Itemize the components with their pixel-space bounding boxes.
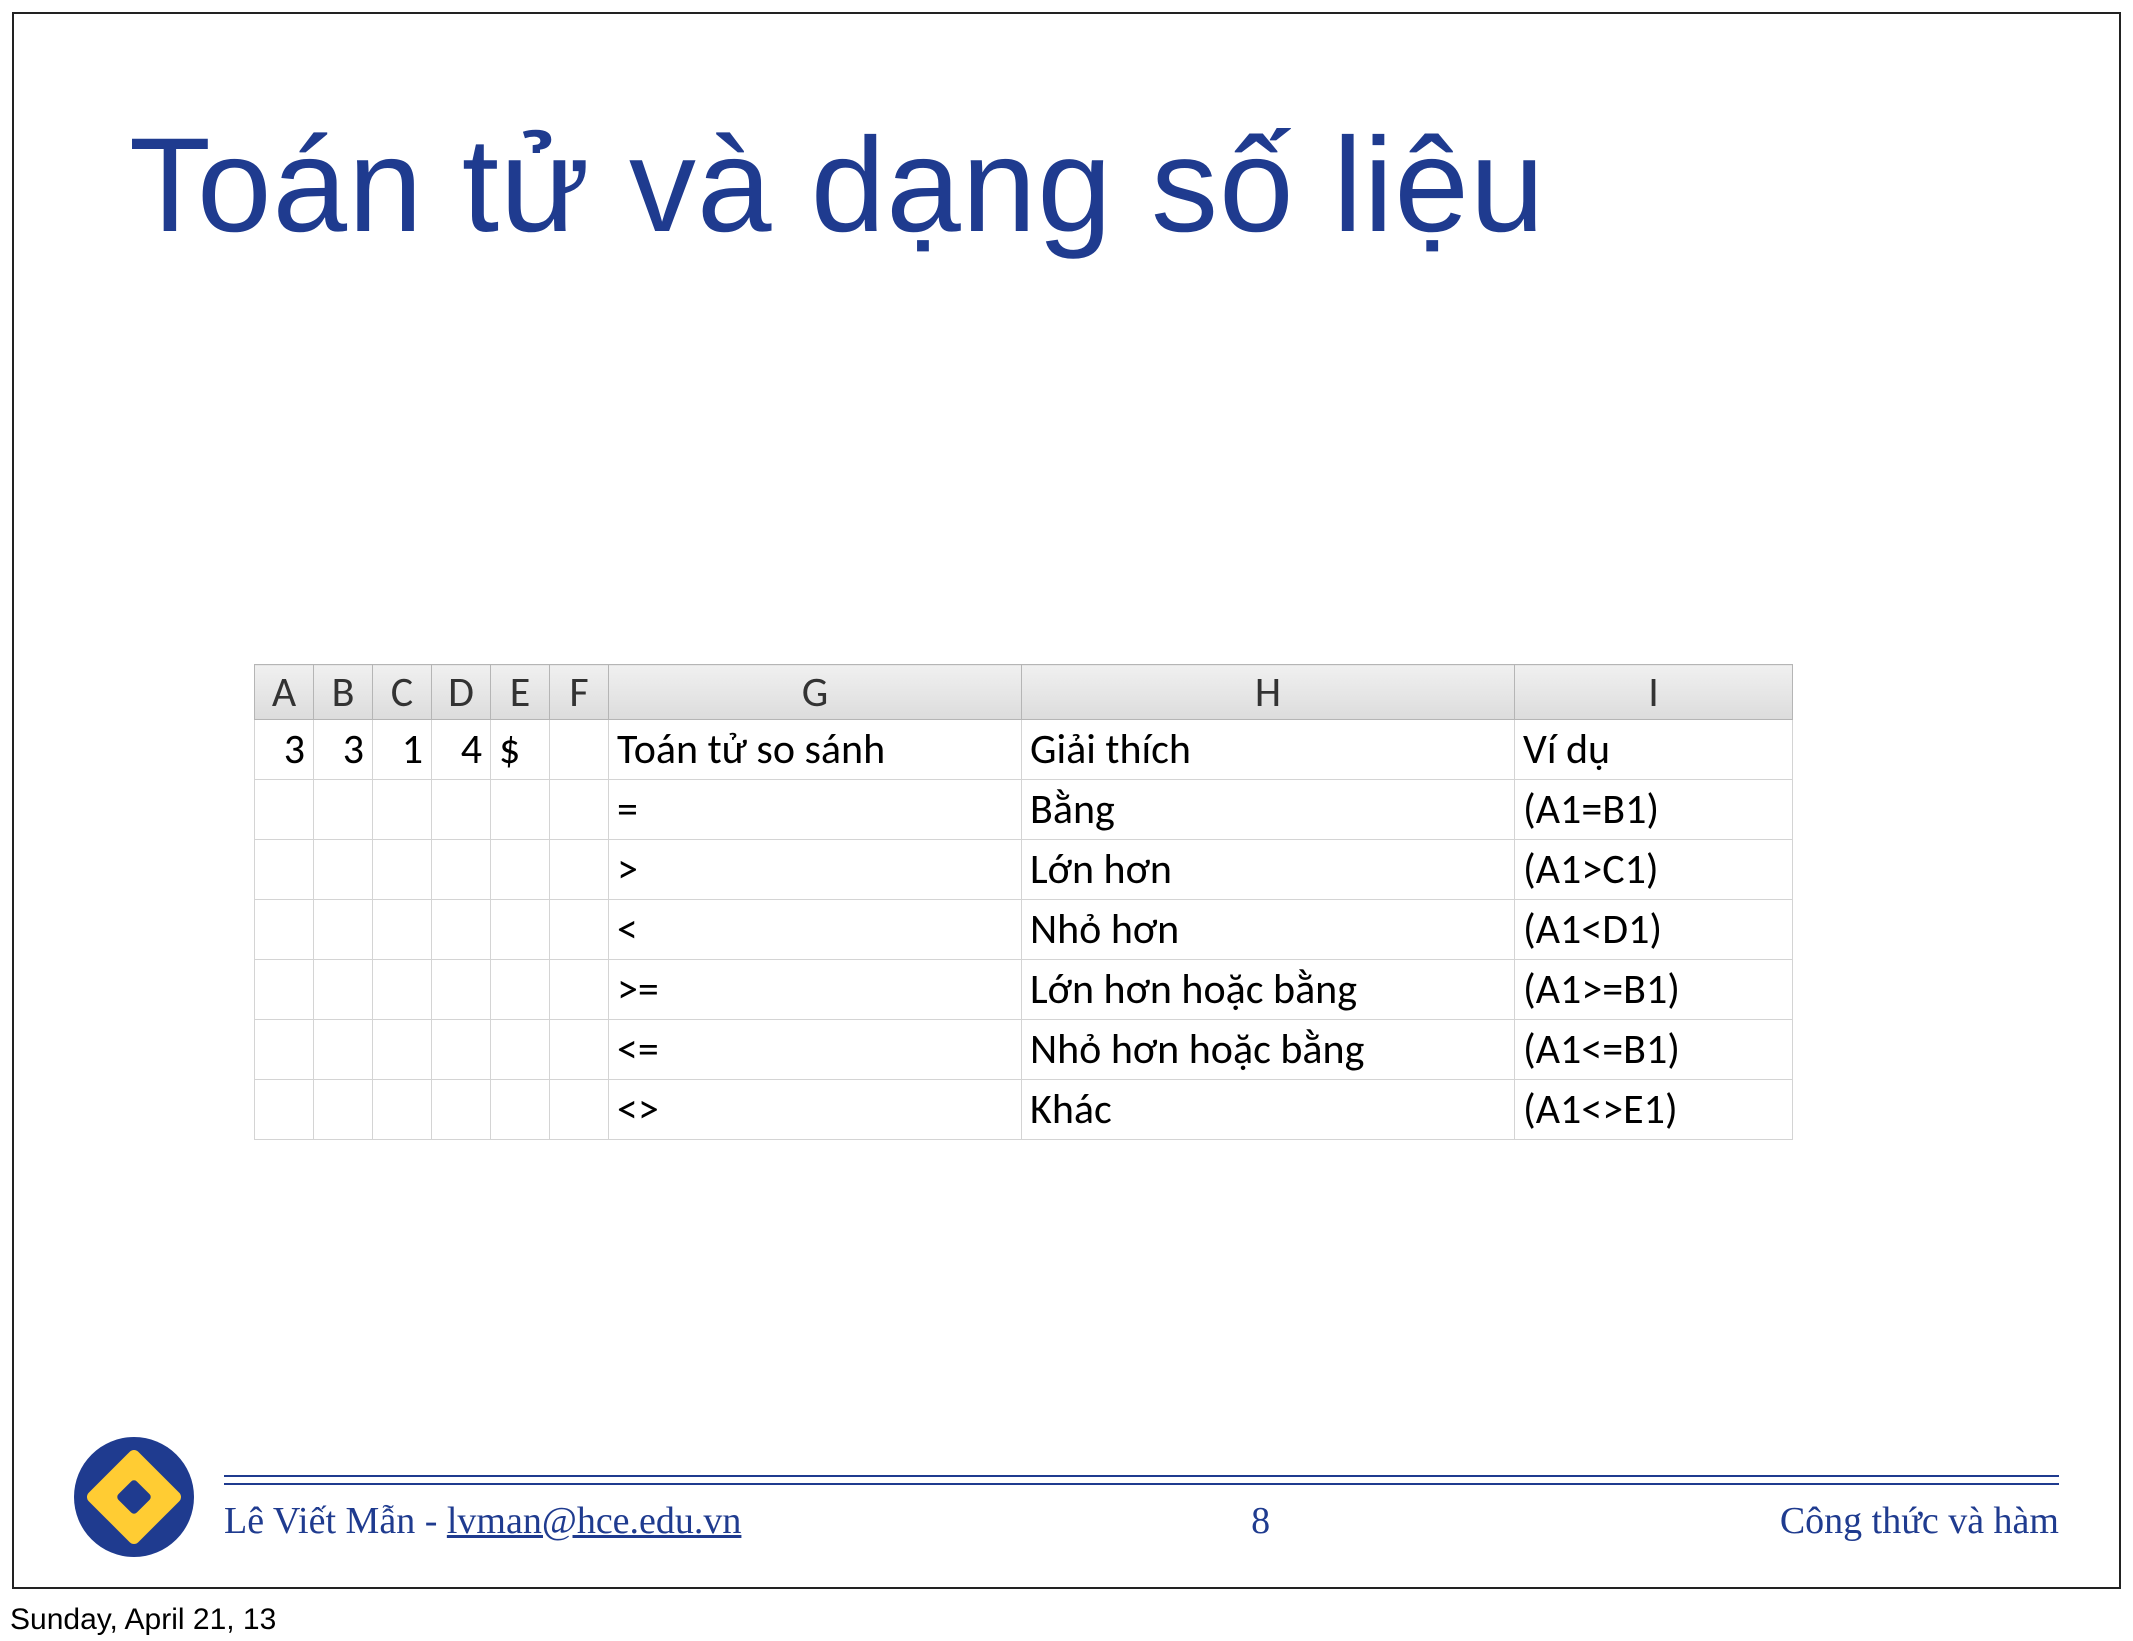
- footer-author: Lê Viết Mẫn - lvman@hce.edu.vn: [224, 1499, 741, 1543]
- table-row: <> Khác (A1<>E1): [255, 1080, 1793, 1140]
- cell: [373, 900, 432, 960]
- cell: [314, 900, 373, 960]
- cell: [314, 780, 373, 840]
- col-header-H: H: [1022, 665, 1515, 720]
- cell: 4: [432, 720, 491, 780]
- cell: [432, 840, 491, 900]
- cell: $: [491, 720, 550, 780]
- cell: [550, 840, 609, 900]
- cell: (A1=B1): [1515, 780, 1793, 840]
- cell: <: [609, 900, 1022, 960]
- cell: 3: [314, 720, 373, 780]
- cell: [255, 900, 314, 960]
- cell: <=: [609, 1020, 1022, 1080]
- cell: [255, 780, 314, 840]
- footer-divider: [224, 1483, 2059, 1485]
- footer-topic: Công thức và hàm: [1780, 1499, 2059, 1543]
- cell: [491, 960, 550, 1020]
- author-name: Lê Viết Mẫn -: [224, 1500, 447, 1542]
- cell: [314, 1080, 373, 1140]
- slide-title: Toán tử và dạng số liệu: [129, 109, 1545, 262]
- cell: (A1<D1): [1515, 900, 1793, 960]
- cell: <>: [609, 1080, 1022, 1140]
- col-header-F: F: [550, 665, 609, 720]
- cell: Ví dụ: [1515, 720, 1793, 780]
- cell: [550, 1020, 609, 1080]
- cell: Nhỏ hơn: [1022, 900, 1515, 960]
- table-row: = Bằng (A1=B1): [255, 780, 1793, 840]
- cell: [550, 720, 609, 780]
- cell: [255, 1080, 314, 1140]
- cell: [432, 900, 491, 960]
- cell: (A1>C1): [1515, 840, 1793, 900]
- col-header-A: A: [255, 665, 314, 720]
- spreadsheet-embed: A B C D E F G H I 3 3 1: [254, 664, 1793, 1140]
- cell: >=: [609, 960, 1022, 1020]
- cell: [550, 900, 609, 960]
- cell: (A1>=B1): [1515, 960, 1793, 1020]
- slide-border: Toán tử và dạng số liệu A B C D E F G H …: [12, 12, 2121, 1589]
- logo-center-icon: [116, 1479, 153, 1516]
- col-header-D: D: [432, 665, 491, 720]
- table-row: 3 3 1 4 $ Toán tử so sánh Giải thích Ví …: [255, 720, 1793, 780]
- cell: Lớn hơn: [1022, 840, 1515, 900]
- cell: 1: [373, 720, 432, 780]
- cell: [373, 1020, 432, 1080]
- table-row: > Lớn hơn (A1>C1): [255, 840, 1793, 900]
- cell: Bằng: [1022, 780, 1515, 840]
- col-header-G: G: [609, 665, 1022, 720]
- cell: [255, 840, 314, 900]
- slide-page: Toán tử và dạng số liệu A B C D E F G H …: [0, 0, 2133, 1601]
- cell: [491, 780, 550, 840]
- cell: [314, 960, 373, 1020]
- cell: Toán tử so sánh: [609, 720, 1022, 780]
- footer-divider: [224, 1475, 2059, 1477]
- col-header-B: B: [314, 665, 373, 720]
- column-header-row: A B C D E F G H I: [255, 665, 1793, 720]
- cell: Giải thích: [1022, 720, 1515, 780]
- cell: [373, 780, 432, 840]
- cell: [432, 1080, 491, 1140]
- cell: [432, 1020, 491, 1080]
- table-row: < Nhỏ hơn (A1<D1): [255, 900, 1793, 960]
- cell: [550, 1080, 609, 1140]
- col-header-E: E: [491, 665, 550, 720]
- export-date-bar: Sunday, April 21, 13: [0, 1601, 2133, 1641]
- spreadsheet-table: A B C D E F G H I 3 3 1: [254, 664, 1793, 1140]
- cell: [255, 960, 314, 1020]
- cell: Nhỏ hơn hoặc bằng: [1022, 1020, 1515, 1080]
- cell: [550, 960, 609, 1020]
- cell: [491, 1080, 550, 1140]
- cell: [255, 1020, 314, 1080]
- cell: [373, 1080, 432, 1140]
- cell: [432, 780, 491, 840]
- cell: Khác: [1022, 1080, 1515, 1140]
- cell: =: [609, 780, 1022, 840]
- cell: [491, 900, 550, 960]
- page-number: 8: [1251, 1499, 1270, 1543]
- cell: [432, 960, 491, 1020]
- logo-diamond-icon: [85, 1448, 184, 1547]
- cell: [314, 840, 373, 900]
- col-header-I: I: [1515, 665, 1793, 720]
- cell: (A1<>E1): [1515, 1080, 1793, 1140]
- university-logo-icon: [74, 1437, 194, 1557]
- footer-text-row: Lê Viết Mẫn - lvman@hce.edu.vn 8 Công th…: [224, 1499, 2059, 1543]
- cell: (A1<=B1): [1515, 1020, 1793, 1080]
- cell: [550, 780, 609, 840]
- cell: Lớn hơn hoặc bằng: [1022, 960, 1515, 1020]
- table-row: <= Nhỏ hơn hoặc bằng (A1<=B1): [255, 1020, 1793, 1080]
- author-email-link[interactable]: lvman@hce.edu.vn: [447, 1500, 742, 1542]
- slide-footer: Lê Viết Mẫn - lvman@hce.edu.vn 8 Công th…: [74, 1427, 2059, 1557]
- cell: 3: [255, 720, 314, 780]
- cell: [491, 840, 550, 900]
- col-header-C: C: [373, 665, 432, 720]
- table-row: >= Lớn hơn hoặc bằng (A1>=B1): [255, 960, 1793, 1020]
- cell: [373, 960, 432, 1020]
- cell: [373, 840, 432, 900]
- cell: [491, 1020, 550, 1080]
- cell: [314, 1020, 373, 1080]
- cell: >: [609, 840, 1022, 900]
